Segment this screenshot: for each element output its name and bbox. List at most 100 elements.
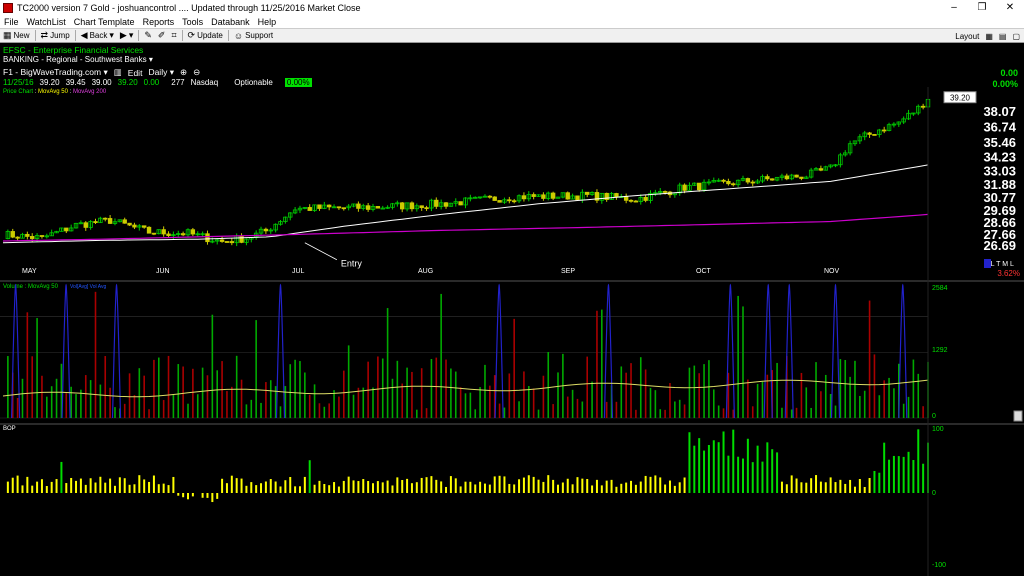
candle-body — [633, 200, 639, 203]
candle-body — [867, 132, 872, 135]
candle-body — [770, 178, 775, 181]
right-change: 0.00 — [1000, 68, 1018, 78]
bop-panel: BOP 100 0 -100 — [3, 426, 946, 569]
month-label: SEP — [561, 268, 575, 275]
price-axis-label: 38.07 — [983, 104, 1016, 119]
candle-body — [263, 228, 269, 232]
candle-body — [166, 233, 171, 236]
candle-body — [132, 224, 137, 228]
menu-file[interactable]: File — [4, 17, 19, 27]
layout-single-icon[interactable]: ▢ — [1012, 32, 1020, 41]
menu-reports[interactable]: Reports — [143, 17, 175, 27]
candle-body — [731, 183, 736, 186]
candle-body — [146, 226, 152, 234]
app-window: TC2000 version 7 Gold - joshuancontrol .… — [0, 0, 1024, 576]
volume-panel: Volume : MovAvg 50 Vol[Avg] Vol Avg 2584 12… — [0, 283, 1023, 422]
forward-button[interactable]: ▶ ▾ — [120, 30, 133, 41]
back-label: Back — [89, 31, 108, 40]
candle-body — [127, 222, 132, 226]
candle-body — [662, 191, 668, 193]
jump-icon: ⇄ — [40, 30, 49, 40]
candle-body — [424, 207, 429, 210]
minimize-button[interactable]: – — [940, 0, 968, 15]
jump-label: Jump — [50, 31, 70, 40]
bop-tick: -100 — [932, 562, 946, 569]
month-label: JUL — [292, 268, 305, 275]
candle-body — [326, 204, 332, 208]
candle-body — [365, 205, 371, 210]
back-button[interactable]: ◀ Back ▾ — [81, 30, 114, 41]
new-button[interactable]: ▦ New — [3, 30, 30, 41]
candle-body — [356, 203, 361, 209]
support-icon: ☺ — [233, 30, 244, 41]
volume-spike — [725, 283, 735, 419]
candle-body — [419, 205, 424, 209]
price-axis-label: 34.23 — [983, 149, 1016, 164]
candle-body — [721, 179, 726, 182]
volume-spike — [898, 283, 908, 419]
bop-title: BOP — [3, 426, 16, 432]
layout-grid-icon[interactable]: ▦ — [985, 32, 993, 41]
candle-body — [443, 202, 449, 207]
update-button[interactable]: ⟳ Update — [188, 30, 223, 41]
title-bar: TC2000 version 7 Gold - joshuancontrol .… — [0, 0, 1024, 15]
line-tool-icon: ✐ — [157, 30, 166, 40]
layout-button[interactable]: Layout — [955, 32, 979, 41]
candle-body — [190, 229, 196, 235]
candle-body — [10, 231, 15, 238]
support-label: Support — [245, 31, 274, 40]
bop-tick: 100 — [932, 426, 944, 433]
candle-body — [550, 192, 556, 199]
menu-databank[interactable]: Databank — [211, 17, 250, 27]
candle-body — [511, 200, 517, 203]
candle-body — [151, 232, 157, 235]
menu-chart-template[interactable]: Chart Template — [74, 17, 135, 27]
candle-body — [575, 195, 580, 201]
menu-watchlist[interactable]: WatchList — [27, 17, 66, 27]
axes: 38.0736.7435.4634.2333.0331.8830.7729.69… — [0, 68, 1024, 576]
close-button[interactable]: ✕ — [996, 0, 1024, 15]
menu-bar: File WatchList Chart Template Reports To… — [0, 15, 1024, 28]
month-label: OCT — [696, 268, 712, 275]
candle-body — [682, 184, 687, 191]
candle-body — [628, 199, 634, 202]
candle-body — [434, 199, 439, 207]
candle-body — [400, 202, 405, 210]
draw-tool-button[interactable]: ✎ — [144, 30, 152, 41]
candle-body — [103, 217, 108, 220]
chart-svg[interactable]: Entry Volume : MovAvg 50 Vol[Avg] Vol Avg… — [0, 43, 1024, 576]
new-icon: ▦ — [3, 30, 12, 40]
candle-body — [726, 180, 731, 185]
layout-split-icon[interactable]: ▤ — [999, 32, 1007, 41]
scale-pct: 3.62% — [997, 269, 1020, 278]
candle-body — [25, 233, 30, 237]
candle-body — [161, 229, 166, 235]
candle-body — [872, 134, 877, 136]
candle-body — [180, 233, 186, 236]
candle-body — [487, 195, 493, 198]
new-label: New — [13, 31, 30, 40]
support-button[interactable]: ☺ Support — [234, 31, 273, 41]
line-tool-button[interactable]: ✐ — [158, 30, 166, 41]
candle-body — [336, 206, 342, 209]
volume-tick: 0 — [932, 413, 936, 420]
candle-body — [307, 207, 312, 211]
scroll-button — [1013, 410, 1023, 422]
candle-body — [30, 236, 35, 239]
menu-tools[interactable]: Tools — [182, 17, 203, 27]
candle-body — [492, 196, 497, 201]
candle-body — [317, 204, 322, 209]
price-axis-label: 36.74 — [983, 120, 1016, 135]
candle-body — [107, 218, 113, 224]
text-tool-button[interactable]: ⌗ — [171, 30, 176, 41]
restore-button[interactable]: ❐ — [968, 0, 996, 15]
month-label: MAY — [22, 268, 37, 275]
jump-button[interactable]: ⇄ Jump — [41, 30, 70, 41]
candle-body — [799, 176, 804, 179]
app-icon — [3, 2, 13, 13]
menu-help[interactable]: Help — [258, 17, 277, 27]
candle-body — [375, 206, 381, 209]
month-label: AUG — [418, 268, 433, 275]
ma200-line — [2, 213, 929, 242]
candle-body — [521, 195, 527, 200]
